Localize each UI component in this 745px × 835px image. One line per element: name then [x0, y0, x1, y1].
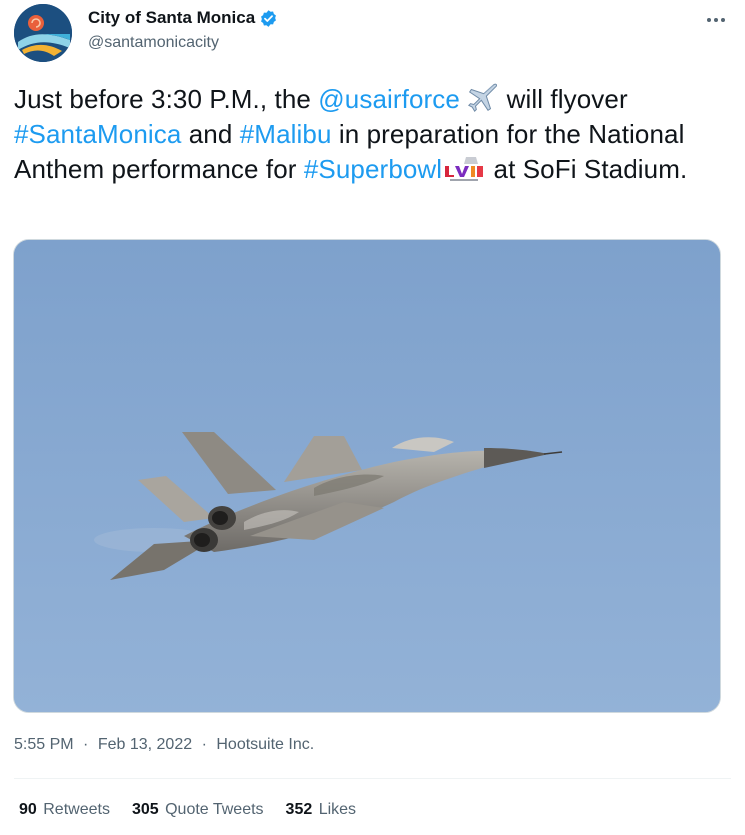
more-options-icon[interactable] — [701, 10, 731, 30]
tweet-text-part: will flyover — [499, 84, 628, 114]
retweets-label: Retweets — [43, 801, 110, 818]
tweet-time[interactable]: 5:55 PM — [14, 736, 74, 753]
tweet-text: Just before 3:30 P.M., the @usairforce w… — [14, 82, 724, 187]
meta-separator: · — [83, 736, 89, 753]
likes-count: 352 — [285, 801, 313, 818]
tweet-stats: 90 Retweets 305 Quote Tweets 352 Likes — [19, 801, 378, 819]
airplane-emoji-icon — [468, 83, 498, 112]
fighter-jet-photo — [14, 240, 720, 712]
display-name[interactable]: City of Santa Monica — [88, 8, 255, 28]
city-logo-icon — [14, 4, 72, 62]
retweets-count: 90 — [19, 801, 37, 818]
tweet-photo[interactable] — [13, 239, 721, 713]
hashtag-superbowl[interactable]: #Superbowl — [304, 154, 442, 184]
meta-separator: · — [201, 736, 207, 753]
mention-link[interactable]: @usairforce — [318, 84, 460, 114]
superbowl-lvi-logo-icon — [444, 157, 485, 181]
account-names: City of Santa Monica @santamonicacity — [88, 8, 278, 52]
quotes-label: Quote Tweets — [165, 801, 264, 818]
likes-stat[interactable]: 352 Likes — [286, 801, 357, 819]
divider — [14, 778, 731, 779]
tweet-header: City of Santa Monica @santamonicacity — [14, 4, 731, 62]
likes-label: Likes — [318, 801, 357, 818]
tweet-date[interactable]: Feb 13, 2022 — [98, 736, 192, 753]
avatar[interactable] — [14, 4, 72, 62]
hashtag-malibu[interactable]: #Malibu — [240, 119, 332, 149]
hashtag-santamonica[interactable]: #SantaMonica — [14, 119, 181, 149]
quotes-count: 305 — [131, 801, 159, 818]
tweet-text-part: at SoFi Stadium. — [486, 154, 688, 184]
tweet-source[interactable]: Hootsuite Inc. — [216, 736, 314, 753]
display-name-row[interactable]: City of Santa Monica — [88, 8, 278, 28]
tweet-text-part: Just before 3:30 P.M., the — [14, 84, 319, 114]
handle[interactable]: @santamonicacity — [88, 34, 278, 52]
quote-tweets-stat[interactable]: 305 Quote Tweets — [132, 801, 264, 819]
retweets-stat[interactable]: 90 Retweets — [19, 801, 110, 819]
tweet-text-part: and — [181, 119, 240, 149]
tweet-meta: 5:55 PM · Feb 13, 2022 · Hootsuite Inc. — [14, 736, 314, 754]
verified-badge-icon — [261, 9, 277, 27]
